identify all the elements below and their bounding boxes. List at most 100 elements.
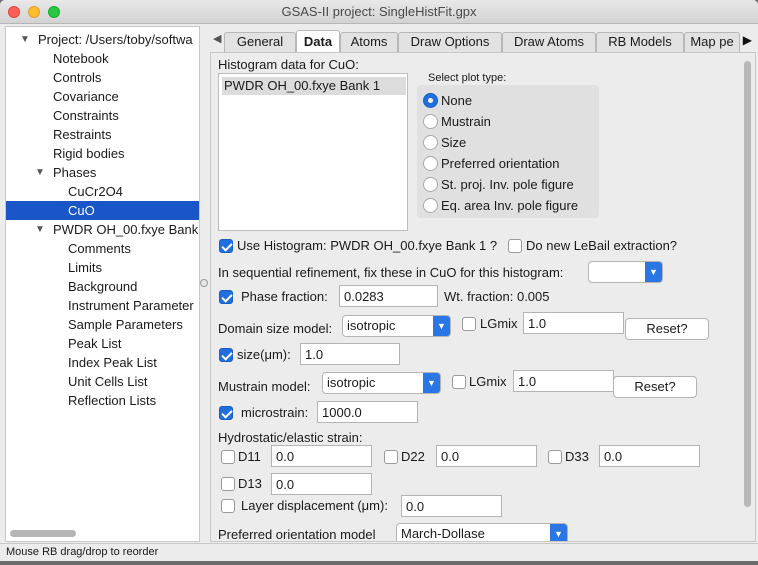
tab-rb-models[interactable]: RB Models: [596, 32, 684, 52]
tree-item-label: Rigid bodies: [53, 146, 125, 161]
tab-data[interactable]: Data: [296, 30, 340, 52]
phase-fraction-checkbox[interactable]: [219, 290, 233, 304]
microstrain-checkbox[interactable]: [219, 406, 233, 420]
tree-item-label: Limits: [68, 260, 102, 275]
tree-item-label: CuO: [68, 203, 95, 218]
layer-disp-field[interactable]: 0.0: [401, 495, 502, 517]
chevron-down-icon: ▼: [423, 373, 440, 393]
tree-item[interactable]: ▼ Phases: [6, 163, 199, 182]
tree-item-label: Unit Cells List: [68, 374, 148, 389]
histogram-listbox[interactable]: PWDR OH_00.fxye Bank 1: [218, 73, 408, 231]
status-bar: Mouse RB drag/drop to reorder: [0, 543, 758, 561]
wt-fraction-label: Wt. fraction: 0.005: [444, 289, 550, 304]
d33-checkbox[interactable]: [548, 450, 562, 464]
d13-checkbox[interactable]: [221, 477, 235, 491]
tab-strip: ◀ General Data Atoms Draw Options Draw A…: [210, 30, 756, 52]
histogram-list-item[interactable]: PWDR OH_00.fxye Bank 1: [222, 77, 406, 95]
mustrain-reset-button[interactable]: Reset?: [613, 376, 697, 398]
tree-item[interactable]: Limits: [6, 258, 199, 277]
lebail-checkbox[interactable]: [508, 239, 522, 253]
tree-item[interactable]: Rigid bodies: [6, 144, 199, 163]
phase-fraction-label: Phase fraction:: [241, 289, 328, 304]
tab-scroll-left-icon[interactable]: ◀: [213, 32, 221, 45]
data-tree[interactable]: ▼ Project: /Users/toby/softwa Notebook Cont…: [5, 26, 200, 542]
plot-type-none-radio[interactable]: [423, 93, 438, 108]
tree-item-label: Background: [68, 279, 138, 294]
plot-type-st-proj-radio[interactable]: [423, 177, 438, 192]
layer-disp-label: Layer displacement (μm):: [241, 498, 388, 513]
tree-item[interactable]: Index Peak List: [6, 353, 199, 372]
d22-field[interactable]: 0.0: [436, 445, 537, 467]
tree-item[interactable]: Notebook: [6, 49, 199, 68]
tab-draw-atoms[interactable]: Draw Atoms: [502, 32, 596, 52]
tree-item[interactable]: Reflection Lists: [6, 391, 199, 410]
tree-expand-arrow-icon[interactable]: ▼: [35, 220, 45, 239]
plot-type-pref-orient-radio[interactable]: [423, 156, 438, 171]
d22-checkbox[interactable]: [384, 450, 398, 464]
pref-orient-select[interactable]: March-Dollase ▼: [396, 523, 568, 541]
tab-label: Draw Options: [410, 34, 490, 49]
domain-size-model-select[interactable]: isotropic ▼: [342, 315, 451, 337]
tab-atoms[interactable]: Atoms: [340, 32, 398, 52]
panel-vertical-scrollbar[interactable]: [744, 61, 751, 507]
tree-item[interactable]: ▼ Project: /Users/toby/softwa: [6, 30, 199, 49]
size-label: size(μm):: [237, 347, 291, 362]
layer-disp-checkbox[interactable]: [221, 499, 235, 513]
plot-type-size-radio[interactable]: [423, 135, 438, 150]
d11-label: D11: [238, 449, 261, 464]
mustrain-lgmix-checkbox[interactable]: [452, 375, 466, 389]
tree-item[interactable]: Instrument Parameter: [6, 296, 199, 315]
tree-item[interactable]: Unit Cells List: [6, 372, 199, 391]
size-lgmix-field[interactable]: 1.0: [523, 312, 624, 334]
plot-type-mustrain-label: Mustrain: [441, 114, 491, 129]
plot-type-size-label: Size: [441, 135, 467, 150]
tree-item[interactable]: ▼ PWDR OH_00.fxye Bank: [6, 220, 199, 239]
plot-type-mustrain-radio[interactable]: [423, 114, 438, 129]
tree-expand-arrow-icon[interactable]: ▼: [35, 163, 45, 182]
d13-field[interactable]: 0.0: [271, 473, 372, 495]
use-histogram-checkbox[interactable]: [219, 239, 233, 253]
tree-item[interactable]: Comments: [6, 239, 199, 258]
tree-expand-arrow-icon[interactable]: ▼: [20, 30, 30, 49]
mustrain-model-select[interactable]: isotropic ▼: [322, 372, 441, 394]
title-bar[interactable]: GSAS-II project: SingleHistFit.gpx: [0, 0, 758, 24]
tab-map-peaks[interactable]: Map pe: [684, 32, 740, 52]
plot-type-group: None Mustrain Size Preferred orientation…: [417, 85, 599, 218]
phase-fraction-field[interactable]: 0.0283: [339, 285, 438, 307]
tree-item[interactable]: Constraints: [6, 106, 199, 125]
size-lgmix-checkbox[interactable]: [462, 317, 476, 331]
size-checkbox[interactable]: [219, 348, 233, 362]
tab-label: Data: [303, 34, 333, 49]
tree-horizontal-scrollbar[interactable]: [10, 530, 76, 537]
tree-item-label: Reflection Lists: [68, 393, 157, 408]
tree-item[interactable]: Covariance: [6, 87, 199, 106]
d11-checkbox[interactable]: [221, 450, 235, 464]
tree-item[interactable]: Sample Parameters: [6, 315, 199, 334]
plot-type-st-proj-label: St. proj. Inv. pole figure: [441, 177, 574, 192]
splitter-handle[interactable]: [200, 279, 208, 287]
tab-general[interactable]: General: [224, 32, 296, 52]
tree-item[interactable]: Controls: [6, 68, 199, 87]
d11-field[interactable]: 0.0: [271, 445, 372, 467]
tab-draw-options[interactable]: Draw Options: [398, 32, 502, 52]
plot-type-eq-area-radio[interactable]: [423, 198, 438, 213]
plot-type-none-label: None: [441, 93, 473, 108]
tree-item[interactable]: Peak List: [6, 334, 199, 353]
tree-item-label: Instrument Parameter: [68, 298, 194, 313]
microstrain-label: microstrain:: [241, 405, 309, 420]
seq-fix-select[interactable]: ▼: [588, 261, 663, 283]
hydrostatic-label: Hydrostatic/elastic strain:: [218, 430, 363, 445]
tree-item[interactable]: CuO: [6, 201, 199, 220]
tree-item[interactable]: Background: [6, 277, 199, 296]
d33-field[interactable]: 0.0: [599, 445, 700, 467]
size-reset-button[interactable]: Reset?: [625, 318, 709, 340]
app-window: GSAS-II project: SingleHistFit.gpx ▼ Proj…: [0, 0, 758, 561]
tree-item[interactable]: Restraints: [6, 125, 199, 144]
tab-label: General: [236, 34, 284, 49]
size-field[interactable]: 1.0: [300, 343, 400, 365]
use-histogram-label: Use Histogram: PWDR OH_00.fxye Bank 1 ?: [237, 238, 498, 253]
microstrain-field[interactable]: 1000.0: [317, 401, 418, 423]
tree-item[interactable]: CuCr2O4: [6, 182, 199, 201]
mustrain-lgmix-field[interactable]: 1.0: [513, 370, 614, 392]
tab-scroll-right-icon[interactable]: ▶: [743, 33, 752, 47]
